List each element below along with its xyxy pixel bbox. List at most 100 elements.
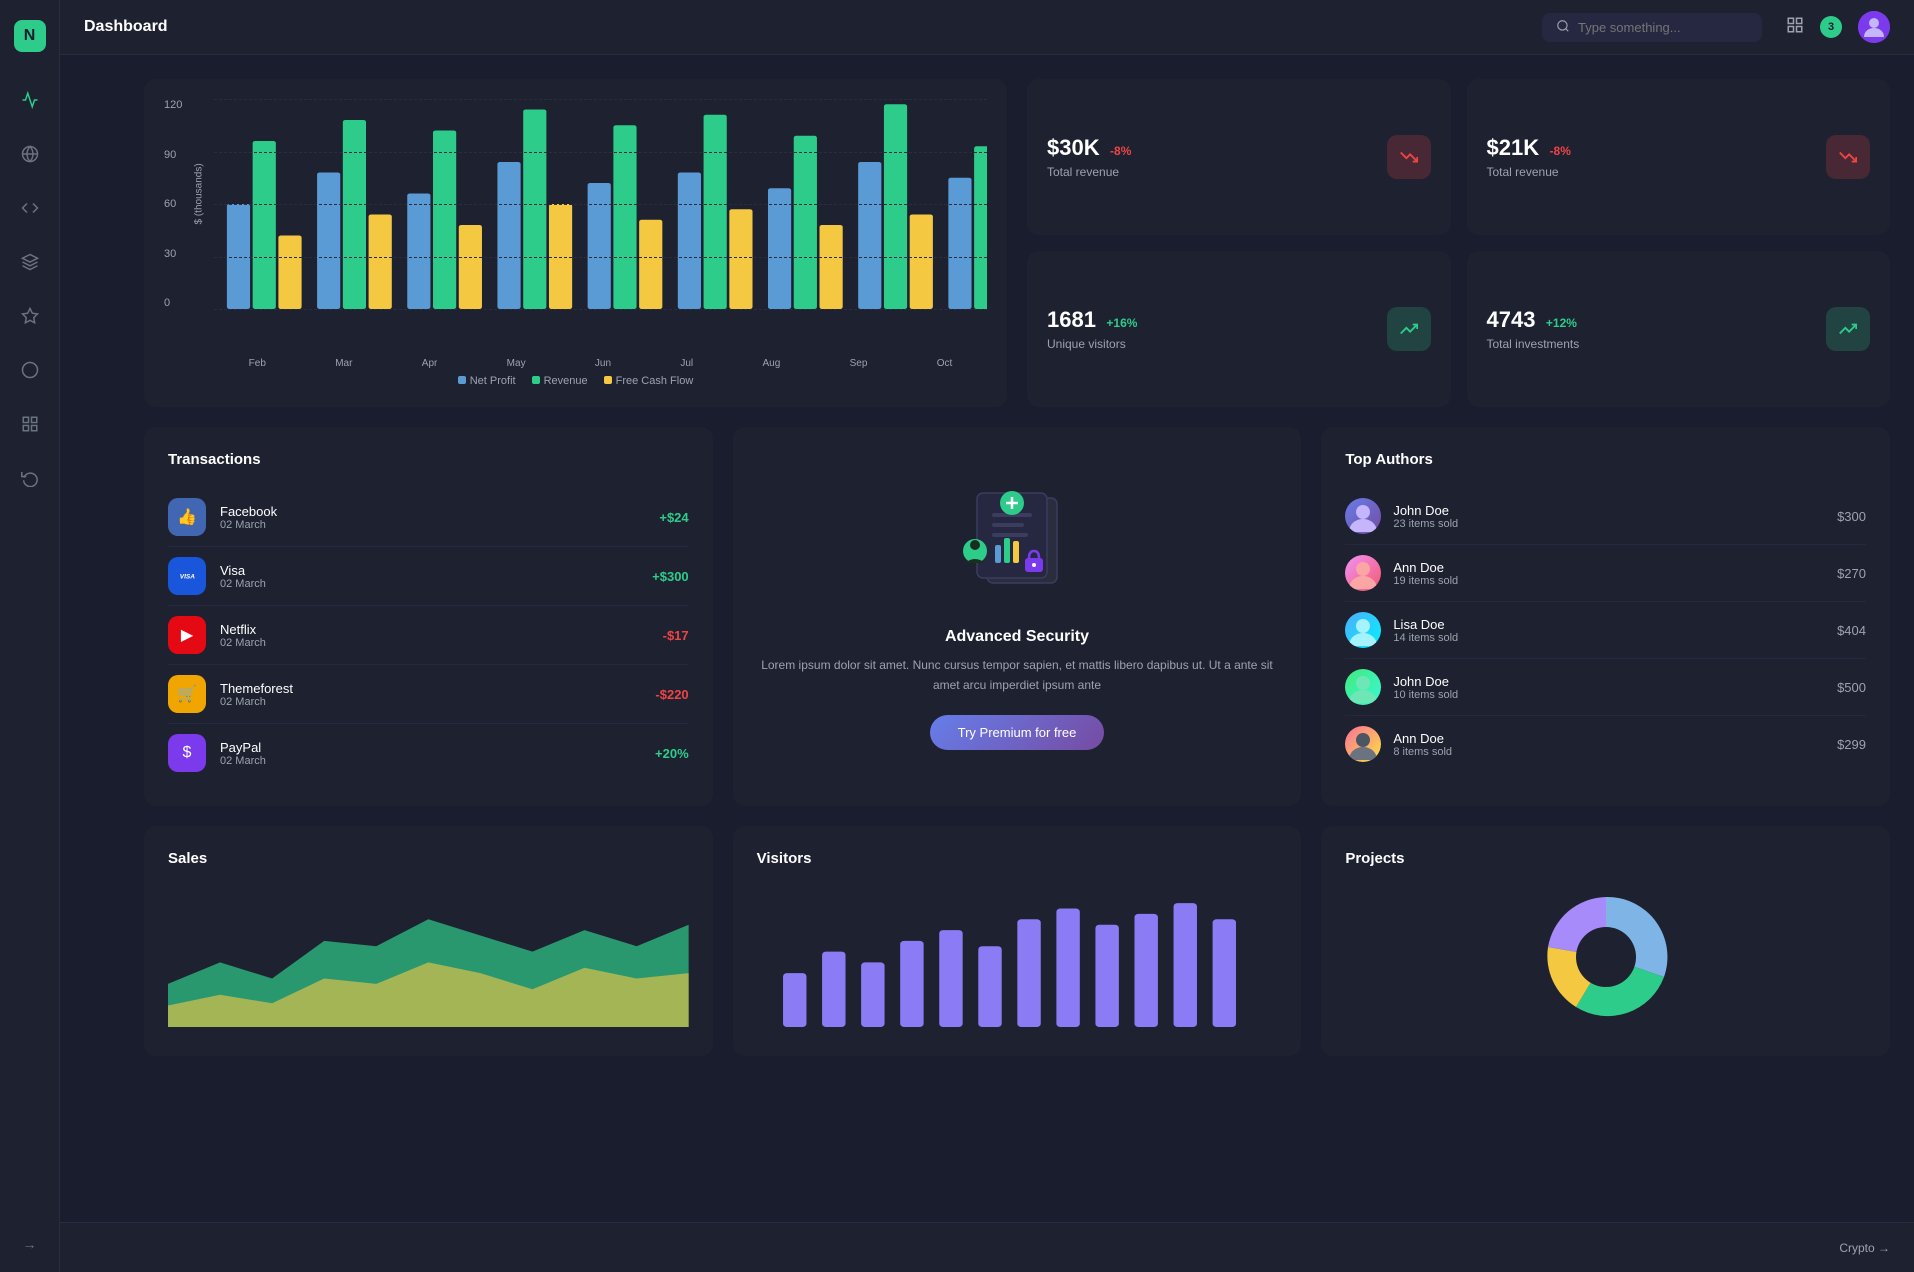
avatar[interactable] — [1858, 11, 1890, 43]
author-name-3: Lisa Doe — [1393, 617, 1837, 632]
author-avatar-2 — [1345, 555, 1381, 591]
paypal-amount: +20% — [655, 746, 689, 761]
author-amount-4: $500 — [1837, 680, 1866, 695]
search-icon — [1556, 19, 1570, 36]
sidebar-item-code[interactable] — [12, 190, 48, 226]
author-ann-doe-1: Ann Doe 19 items sold $270 — [1345, 545, 1866, 602]
author-name-4: John Doe — [1393, 674, 1837, 689]
stat-icon-up-investments — [1826, 307, 1870, 351]
grid-icon[interactable] — [1786, 16, 1804, 39]
top-authors-title: Top Authors — [1345, 451, 1866, 468]
paypal-date: 02 March — [220, 755, 655, 767]
y-axis-label: $ (thousands) — [194, 163, 205, 224]
security-title: Advanced Security — [945, 628, 1089, 646]
sidebar-item-layers[interactable] — [12, 244, 48, 280]
chart-legend: Net Profit Revenue Free Cash Flow — [164, 375, 987, 387]
stat-value-revenue1: $30K — [1047, 135, 1100, 160]
netflix-icon: ▶ — [168, 616, 206, 654]
stat-value-investments: 4743 — [1487, 307, 1536, 332]
pie-chart-svg — [1536, 887, 1676, 1027]
sidebar-item-history[interactable] — [12, 460, 48, 496]
legend-cashflow: Free Cash Flow — [616, 375, 694, 387]
stat-label-investments: Total investments — [1487, 337, 1580, 351]
top-authors-card: Top Authors John Doe 23 items sold $300 — [1321, 427, 1890, 806]
sidebar-item-star[interactable] — [12, 298, 48, 334]
stat-card-investments: 4743 +12% Total investments — [1467, 251, 1891, 407]
stat-label-visitors: Unique visitors — [1047, 337, 1137, 351]
sales-card: Sales — [144, 826, 713, 1056]
themeforest-date: 02 March — [220, 696, 655, 708]
transactions-card: Transactions 👍 Facebook 02 March +$24 VI… — [144, 427, 713, 806]
visa-name: Visa — [220, 563, 652, 578]
stat-label-revenue2: Total revenue — [1487, 165, 1571, 179]
themeforest-amount: -$220 — [655, 687, 688, 702]
sidebar-collapse-arrow[interactable]: → — [23, 1236, 37, 1252]
search-input[interactable] — [1578, 20, 1748, 35]
bottom-section: Sales Visitors — [144, 826, 1890, 1056]
author-name-5: Ann Doe — [1393, 731, 1837, 746]
crypto-link[interactable]: Crypto → — [1839, 1241, 1890, 1255]
revenue-chart-card: 1209060300 $ (thousands) — [144, 79, 1007, 407]
sidebar-item-circle[interactable] — [12, 352, 48, 388]
try-premium-button[interactable]: Try Premium for free — [930, 715, 1105, 750]
author-amount-2: $270 — [1837, 566, 1866, 581]
transaction-netflix: ▶ Netflix 02 March -$17 — [168, 606, 689, 665]
facebook-date: 02 March — [220, 519, 659, 531]
stat-change-revenue1: -8% — [1110, 144, 1131, 158]
chart-x-labels: FebMarAprMayJunJulAugSepOct — [214, 358, 987, 369]
visitors-chart-svg — [757, 887, 1278, 1027]
author-avatar-3 — [1345, 612, 1381, 648]
stat-value-revenue2: $21K — [1487, 135, 1540, 160]
sidebar-item-grid[interactable] — [12, 406, 48, 442]
author-amount-5: $299 — [1837, 737, 1866, 752]
legend-netprofit: Net Profit — [470, 375, 516, 387]
themeforest-icon: 🛒 — [168, 675, 206, 713]
transaction-themeforest: 🛒 Themeforest 02 March -$220 — [168, 665, 689, 724]
stat-change-revenue2: -8% — [1550, 144, 1571, 158]
security-illustration — [937, 483, 1097, 608]
author-amount-1: $300 — [1837, 509, 1866, 524]
author-amount-3: $404 — [1837, 623, 1866, 638]
sidebar-logo[interactable]: N — [14, 20, 46, 52]
transaction-facebook: 👍 Facebook 02 March +$24 — [168, 488, 689, 547]
author-avatar-4 — [1345, 669, 1381, 705]
author-items-3: 14 items sold — [1393, 632, 1837, 644]
projects-card: Projects — [1321, 826, 1890, 1056]
topbar: Dashboard 3 — [60, 0, 1914, 55]
stat-icon-down-revenue2 — [1826, 135, 1870, 179]
facebook-name: Facebook — [220, 504, 659, 519]
netflix-date: 02 March — [220, 637, 663, 649]
author-avatar-5 — [1345, 726, 1381, 762]
pie-chart-container — [1345, 887, 1866, 1027]
themeforest-name: Themeforest — [220, 681, 655, 696]
projects-title: Projects — [1345, 850, 1866, 867]
author-avatar-1 — [1345, 498, 1381, 534]
main-content: 1209060300 $ (thousands) — [60, 0, 1914, 1080]
facebook-icon: 👍 — [168, 498, 206, 536]
author-items-1: 23 items sold — [1393, 518, 1837, 530]
visa-icon: VISA — [168, 557, 206, 595]
stats-area: $30K -8% Total revenue $21K -8% — [1027, 79, 1890, 407]
netflix-name: Netflix — [220, 622, 663, 637]
netflix-amount: -$17 — [663, 628, 689, 643]
visa-date: 02 March — [220, 578, 652, 590]
paypal-name: PayPal — [220, 740, 655, 755]
stat-change-investments: +12% — [1546, 316, 1577, 330]
author-john-doe-2: John Doe 10 items sold $500 — [1345, 659, 1866, 716]
stat-label-revenue1: Total revenue — [1047, 165, 1131, 179]
author-items-2: 19 items sold — [1393, 575, 1837, 587]
svg-text:VISA: VISA — [180, 574, 195, 581]
author-lisa-doe: Lisa Doe 14 items sold $404 — [1345, 602, 1866, 659]
author-ann-doe-2: Ann Doe 8 items sold $299 — [1345, 716, 1866, 772]
transaction-paypal: $ PayPal 02 March +20% — [168, 724, 689, 782]
notification-badge[interactable]: 3 — [1820, 16, 1842, 38]
page-title: Dashboard — [84, 18, 168, 36]
stat-value-visitors: 1681 — [1047, 307, 1096, 332]
security-description: Lorem ipsum dolor sit amet. Nunc cursus … — [757, 656, 1278, 694]
stat-change-visitors: +16% — [1106, 316, 1137, 330]
author-name-2: Ann Doe — [1393, 560, 1837, 575]
visitors-title: Visitors — [757, 850, 1278, 867]
sidebar-item-globe[interactable] — [12, 136, 48, 172]
sidebar-item-activity[interactable] — [12, 82, 48, 118]
author-items-5: 8 items sold — [1393, 746, 1837, 758]
